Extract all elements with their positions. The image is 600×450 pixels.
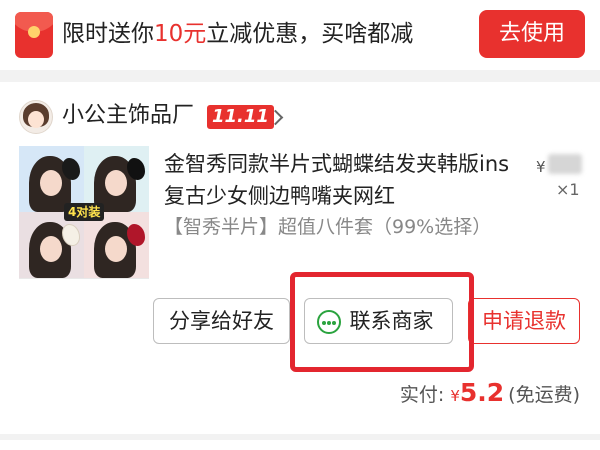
total-currency: ¥	[450, 387, 460, 405]
total-amount: 5.2	[459, 378, 505, 407]
shop-name[interactable]: 小公主饰品厂	[62, 102, 194, 130]
contact-seller-button[interactable]: 联系商家	[304, 298, 453, 344]
promo-amount: 10元	[154, 21, 207, 47]
promo-banner: 限时送你10元立减优惠，买啥都减 去使用	[0, 0, 600, 70]
product-sku: 【智秀半片】超值八件套（99%选择）	[164, 216, 492, 238]
product-thumbnail[interactable]: 4对装	[19, 146, 149, 279]
double-eleven-badge: 11.11	[207, 105, 274, 129]
use-coupon-button[interactable]: 去使用	[479, 10, 585, 58]
total-label: 实付:	[399, 384, 445, 406]
promo-text-after: 立减优惠，买啥都减	[206, 21, 414, 47]
order-card: 小公主饰品厂 11.11 4对装 金智秀同款半片式蝴蝶结发夹韩版ins复古少女侧…	[0, 82, 600, 434]
price-symbol: ¥	[536, 158, 546, 176]
product-title[interactable]: 金智秀同款半片式蝴蝶结发夹韩版ins复古少女侧边鸭嘴夹网红	[164, 148, 512, 212]
price-blurred	[548, 154, 582, 174]
shop-avatar[interactable]	[19, 100, 53, 134]
product-quantity: ×1	[556, 180, 580, 199]
total-paid: 实付: ¥5.2 (免运费)	[400, 379, 580, 410]
thumbnail-tag: 4对装	[64, 203, 105, 221]
promo-text: 限时送你10元立减优惠，买啥都减	[62, 19, 413, 49]
shipping-note: (免运费)	[508, 384, 580, 406]
contact-seller-label: 联系商家	[349, 309, 434, 333]
next-card-edge	[0, 440, 600, 450]
red-envelope-icon	[15, 12, 53, 58]
chat-icon	[317, 310, 341, 334]
share-button[interactable]: 分享给好友	[153, 298, 290, 344]
promo-text-before: 限时送你	[62, 21, 154, 47]
refund-button[interactable]: 申请退款	[468, 298, 580, 344]
